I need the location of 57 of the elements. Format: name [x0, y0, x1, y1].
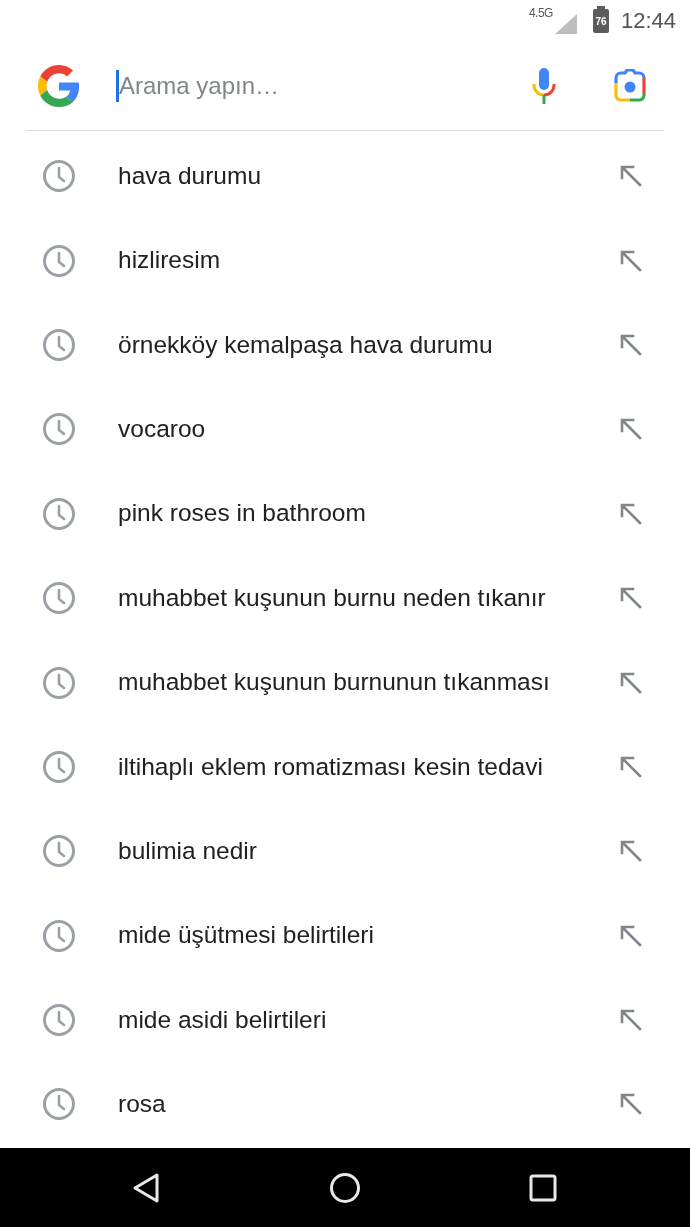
history-query-text: rosa	[118, 1089, 167, 1120]
history-item[interactable]: örnekköy kemalpaşa hava durumu	[0, 302, 690, 388]
history-item[interactable]: muhabbet kuşunun burnunun tıkanması	[0, 640, 690, 725]
history-query-text: vocaroo	[118, 414, 207, 444]
history-item[interactable]: mide üşütmesi belirtileri	[0, 893, 690, 978]
clock-icon	[43, 1088, 75, 1121]
history-item[interactable]: rosa	[0, 1062, 690, 1147]
history-query-text: mide üşütmesi belirtileri	[118, 920, 375, 951]
history-item[interactable]: mide asidi belirtileri	[0, 977, 690, 1063]
history-query-text: muhabbet kuşunun burnunun tıkanması	[118, 667, 551, 698]
history-query-text: mide asidi belirtileri	[118, 1004, 328, 1035]
network-type-text: 4.5G	[528, 7, 553, 19]
battery-level-text: 76	[595, 17, 607, 29]
history-item[interactable]: iltihaplı eklem romatizması kesin tedavi	[0, 724, 690, 810]
history-item[interactable]: bulimia nedir	[0, 809, 690, 894]
history-query-text: muhabbet kuşunun burnu neden tıkanır	[118, 582, 547, 613]
history-query-text: iltihaplı eklem romatizması kesin tedavi	[118, 751, 544, 782]
history-item[interactable]: hizliresim	[0, 218, 690, 303]
arrow-up-left-icon[interactable]	[620, 165, 642, 188]
history-query-text: örnekköy kemalpaşa hava durumu	[118, 329, 494, 360]
search-field[interactable]: Arama yapın…	[119, 68, 531, 104]
home-icon[interactable]	[328, 1170, 362, 1205]
arrow-up-left-icon[interactable]	[620, 924, 642, 947]
microphone-icon[interactable]	[531, 68, 557, 104]
history-query-text: hava durumu	[118, 160, 262, 191]
arrow-up-left-icon[interactable]	[620, 755, 642, 778]
signal-icon	[554, 14, 577, 34]
clock-icon	[43, 244, 75, 277]
history-item[interactable]: hava durumu	[0, 134, 690, 219]
arrow-up-left-icon[interactable]	[620, 840, 642, 863]
camera-icon[interactable]	[613, 69, 647, 103]
arrow-up-left-icon[interactable]	[620, 671, 642, 694]
clock-icon	[43, 328, 75, 361]
arrow-up-left-icon[interactable]	[620, 249, 642, 272]
history-item[interactable]: pink roses in bathroom	[0, 471, 690, 556]
clock-icon	[43, 497, 75, 530]
history-query-text: bulimia nedir	[118, 835, 258, 866]
clock-icon	[43, 666, 75, 699]
arrow-up-left-icon[interactable]	[620, 502, 642, 525]
arrow-up-left-icon[interactable]	[620, 418, 642, 441]
arrow-up-left-icon[interactable]	[620, 1009, 642, 1032]
clock-icon	[43, 1004, 75, 1037]
clock-icon	[43, 413, 75, 446]
arrow-up-left-icon[interactable]	[620, 587, 642, 610]
history-item[interactable]: vocaroo	[0, 387, 690, 472]
arrow-up-left-icon[interactable]	[620, 333, 642, 356]
clock-icon	[43, 750, 75, 783]
history-query-text: pink roses in bathroom	[118, 498, 367, 529]
clock-icon	[43, 160, 75, 193]
clock-time: 12:44	[620, 10, 676, 32]
arrow-up-left-icon[interactable]	[620, 1093, 642, 1116]
logo-icon	[38, 65, 80, 107]
clock-icon	[43, 919, 75, 952]
clock-icon	[43, 835, 75, 868]
clock-icon	[43, 582, 75, 615]
history-item[interactable]: muhabbet kuşunun burnu neden tıkanır	[0, 555, 690, 641]
history-query-text: hizliresim	[118, 245, 222, 276]
